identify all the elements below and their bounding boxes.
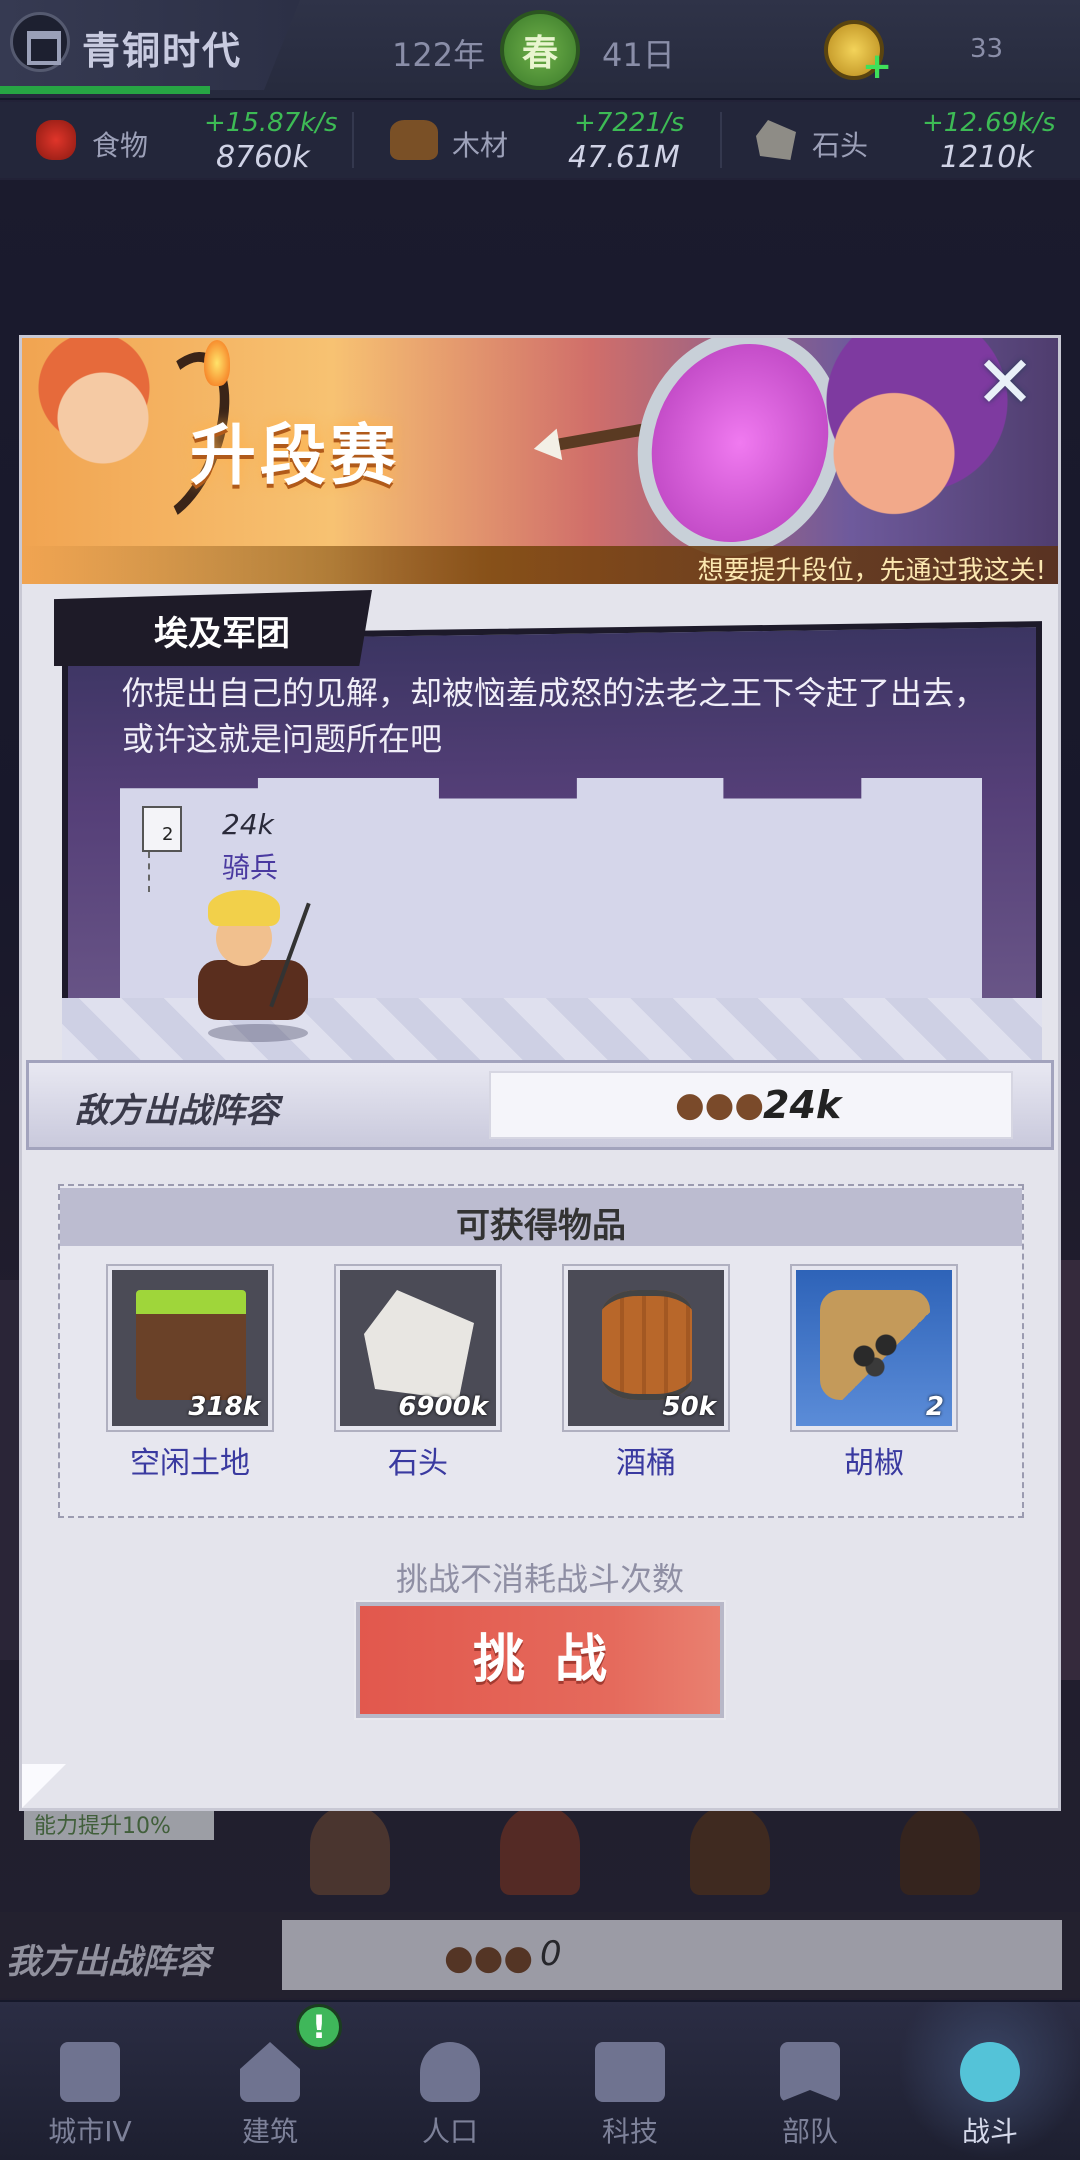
top-bar: 青铜时代 122年 春 41日 + 33: [0, 0, 1080, 100]
reward-tile: 2: [792, 1266, 956, 1430]
rewards-title: 可获得物品: [456, 1206, 626, 1246]
resource-rate: +7221/s: [574, 108, 685, 138]
divider: [720, 112, 722, 168]
enemy-unit-count: 24k: [222, 808, 274, 841]
add-coin-icon[interactable]: +: [862, 49, 892, 85]
banner-icon: [780, 2042, 840, 2102]
stage-description: 你提出自己的见解，却被恼羞成怒的法老之王下令赶了出去，或许这就是问题所在吧: [122, 674, 987, 758]
pepper-icon: [820, 1290, 930, 1400]
nav-troops[interactable]: 部队: [720, 2002, 900, 2160]
resource-rate: +15.87k/s: [204, 108, 338, 138]
coin-count: 33: [970, 34, 1004, 64]
promotion-match-dialog: 升段赛 ✕ 想要提升段位，先通过我这关! 埃及军团 你提出自己的见解，却被恼羞成…: [22, 338, 1058, 1808]
flag-pole: [148, 852, 150, 892]
tagline: 想要提升段位，先通过我这关!: [697, 556, 1046, 584]
food-icon: [36, 120, 76, 160]
rewards-header: 可获得物品: [60, 1188, 1022, 1246]
nav-label: 城市IV: [48, 2115, 132, 2148]
horse-body: [198, 960, 308, 1020]
reward-name: 空闲土地: [130, 1446, 250, 1481]
era-title: 青铜时代: [82, 29, 243, 73]
reward-tile: 50k: [564, 1266, 728, 1430]
reward-item-barrel[interactable]: 50k 酒桶: [564, 1266, 728, 1481]
wood-icon: [390, 120, 438, 160]
reward-qty: 50k: [662, 1392, 716, 1422]
people-icon: ●●●: [675, 1085, 765, 1125]
resource-name: 食物: [92, 129, 149, 162]
book-icon: [595, 2042, 665, 2102]
era-progress-bar: [0, 86, 210, 94]
resource-total: 1210k: [940, 140, 1034, 175]
resource-bar: 食物 +15.87k/s 8760k 木材 +7221/s 47.61M 石头 …: [0, 102, 1080, 178]
barrel-icon: [602, 1290, 692, 1400]
house-icon: [240, 2042, 300, 2102]
reward-tile: 318k: [108, 1266, 272, 1430]
enemy-unit-type: 骑兵: [222, 851, 279, 884]
resource-wood[interactable]: 木材 +7221/s 47.61M: [360, 102, 720, 178]
person-icon: [420, 2042, 480, 2102]
era-panel[interactable]: 青铜时代: [0, 0, 300, 90]
enemy-lineup-box[interactable]: ●●● 24k: [489, 1071, 1013, 1139]
reward-item-stone[interactable]: 6900k 石头: [336, 1266, 500, 1481]
resource-total: 8760k: [216, 140, 310, 175]
resource-stone[interactable]: 石头 +12.69k/s 1210k: [730, 102, 1080, 178]
flag-level: 2: [162, 824, 174, 845]
banner-title: 升段赛: [190, 417, 400, 494]
reward-item-idle-land[interactable]: 318k 空闲土地: [108, 1266, 272, 1481]
reward-tile: 6900k: [336, 1266, 500, 1430]
reward-name: 胡椒: [844, 1446, 904, 1481]
era-castle-icon: [10, 12, 70, 72]
date-year: 122年: [392, 36, 486, 74]
unit-shadow: [208, 1024, 308, 1042]
rider-hair: [208, 890, 280, 926]
reward-qty: 2: [925, 1392, 944, 1422]
bottom-nav: 城市IV 建筑 人口 科技 部队 战斗: [0, 2000, 1080, 2160]
rewards-panel: 可获得物品 318k 空闲土地 6900k 石头 50k 酒桶 2 胡椒: [58, 1184, 1024, 1518]
enemy-lineup-total: 24k: [763, 1083, 842, 1127]
castle-icon: [60, 2042, 120, 2102]
nav-population[interactable]: 人口: [360, 2002, 540, 2160]
enemy-lineup-bar: 敌方出战阵容 ●●● 24k: [26, 1060, 1054, 1150]
stone-icon: [364, 1290, 474, 1400]
cavalry-unit[interactable]: [188, 890, 318, 1042]
challenge-note: 挑战不消耗战斗次数: [395, 1560, 684, 1598]
banner: 升段赛 ✕ 想要提升段位，先通过我这关!: [22, 338, 1058, 584]
challenge-button[interactable]: 挑战: [356, 1602, 724, 1718]
corner-decoration: [22, 1764, 66, 1808]
torch-icon: [204, 340, 230, 386]
resource-total: 47.61M: [568, 140, 680, 175]
resource-rate: +12.69k/s: [922, 108, 1056, 138]
land-icon: [136, 1290, 246, 1400]
nav-label: 部队: [781, 2115, 838, 2148]
enemy-lineup-label: 敌方出战阵容: [75, 1091, 279, 1131]
nav-label: 人口: [421, 2115, 478, 2148]
stage-name: 埃及军团: [154, 614, 290, 654]
close-icon[interactable]: ✕: [972, 346, 1038, 418]
alert-badge-icon: !: [296, 2004, 342, 2050]
reward-name: 酒桶: [616, 1446, 676, 1481]
reward-item-pepper[interactable]: 2 胡椒: [792, 1266, 956, 1481]
stage-name-tab: 埃及军团: [54, 590, 372, 666]
resource-name: 石头: [812, 129, 869, 162]
resource-food[interactable]: 食物 +15.87k/s 8760k: [0, 102, 340, 178]
date-day: 41日: [602, 36, 675, 74]
reward-name: 石头: [388, 1446, 448, 1481]
nav-label: 科技: [601, 2115, 658, 2148]
reward-qty: 318k: [188, 1392, 260, 1422]
season-badge: 春: [500, 10, 580, 90]
nav-label: 战斗: [961, 2115, 1018, 2148]
tagline-strip: 想要提升段位，先通过我这关!: [22, 546, 1058, 584]
nav-battle[interactable]: 战斗: [900, 2002, 1080, 2160]
crossed-swords-icon: [960, 2042, 1020, 2102]
resource-name: 木材: [452, 129, 509, 162]
stone-icon: [756, 120, 796, 160]
nav-label: 建筑: [241, 2115, 298, 2148]
nav-city[interactable]: 城市IV: [0, 2002, 180, 2160]
level-flag-icon: 2: [142, 806, 182, 852]
nav-tech[interactable]: 科技: [540, 2002, 720, 2160]
divider: [352, 112, 354, 168]
reward-qty: 6900k: [398, 1392, 488, 1422]
